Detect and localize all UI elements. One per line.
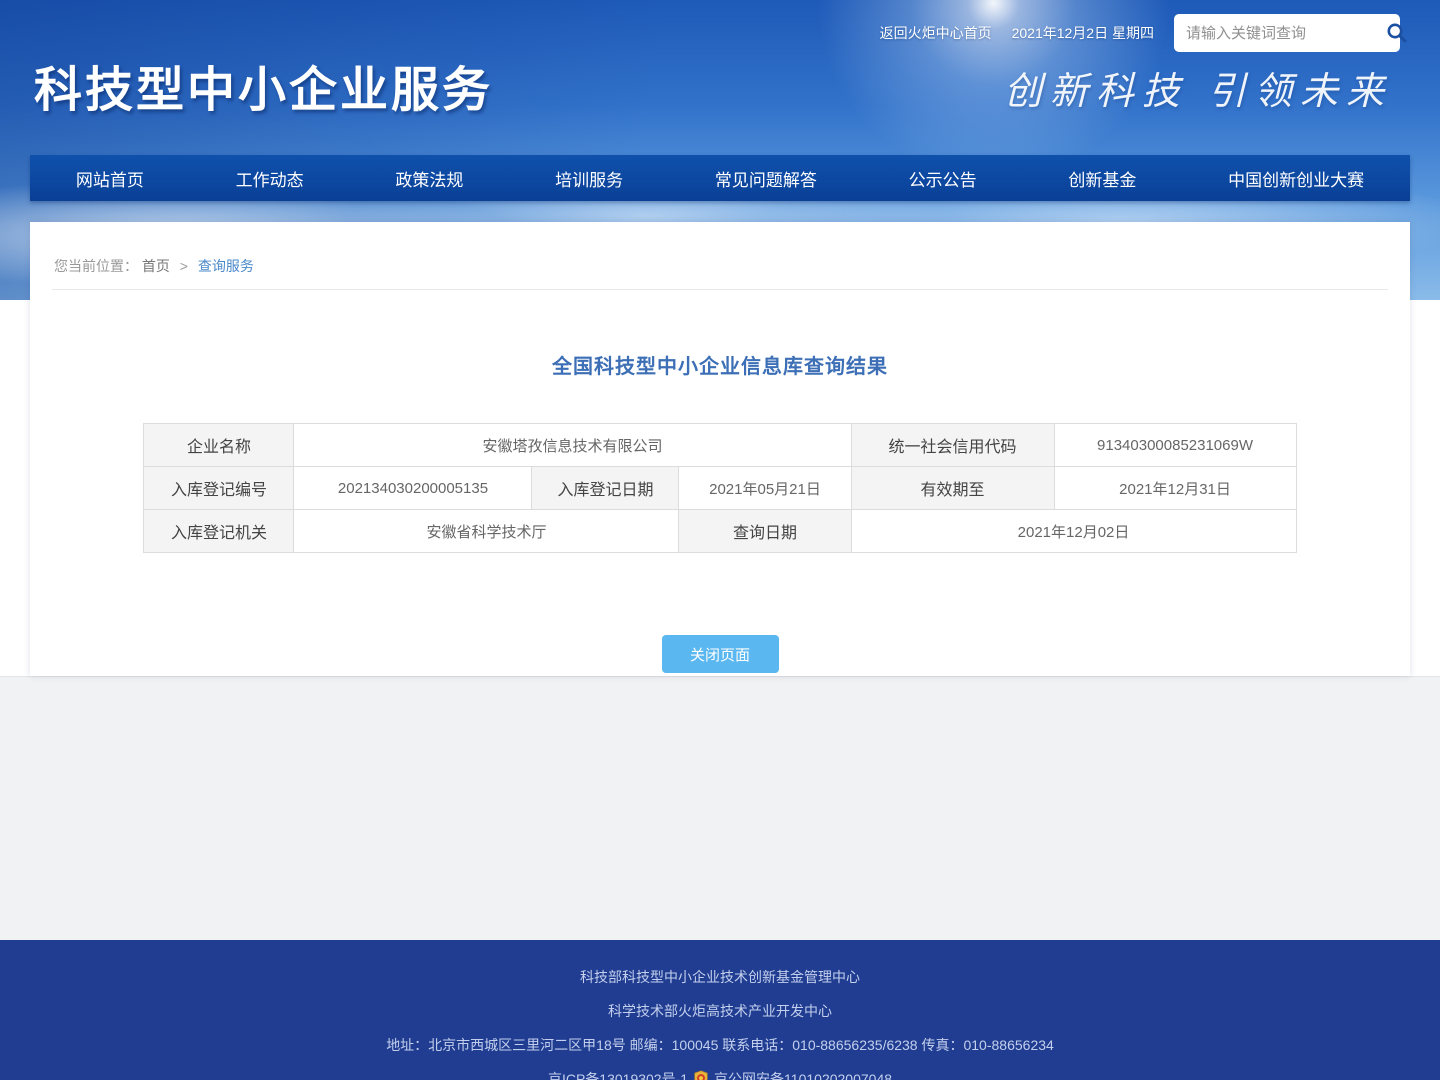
table-label-cell: 企业名称 — [144, 424, 294, 467]
search-icon — [1385, 21, 1409, 45]
top-utility-bar: 返回火炬中心首页 2021年12月2日 星期四 — [880, 14, 1400, 52]
site-slogan: 创新科技 引领未来 — [1004, 60, 1392, 115]
nav-item-5[interactable]: 公示公告 — [899, 166, 987, 191]
content-card: 您当前位置： 首页 > 查询服务 全国科技型中小企业信息库查询结果 企业名称安徽… — [30, 222, 1410, 676]
table-row-0: 企业名称安徽塔孜信息技术有限公司统一社会信用代码9134030008523106… — [144, 424, 1296, 467]
page-footer: 科技部科技型中小企业技术创新基金管理中心 科学技术部火炬高技术产业开发中心 地址… — [0, 940, 1440, 1080]
nav-item-7[interactable]: 中国创新创业大赛 — [1218, 166, 1374, 191]
table-label-cell: 有效期至 — [851, 467, 1054, 510]
table-row-1: 入库登记编号202134030200005135入库登记日期2021年05月21… — [144, 467, 1296, 510]
table-body: 企业名称安徽塔孜信息技术有限公司统一社会信用代码9134030008523106… — [144, 424, 1296, 553]
icp-record-link[interactable]: 京ICP备13019302号-1 — [548, 1069, 688, 1080]
search-button[interactable] — [1385, 19, 1409, 47]
lower-spacer-band — [0, 676, 1440, 940]
table-label-cell: 入库登记编号 — [144, 467, 294, 510]
public-security-record-link[interactable]: 京公网安备11010202007048 — [714, 1069, 892, 1080]
footer-org-line-1: 科技部科技型中小企业技术创新基金管理中心 — [0, 967, 1440, 987]
footer-org-line-2: 科学技术部火炬高技术产业开发中心 — [0, 1001, 1440, 1021]
site-logo: 科技型中小企业服务 — [34, 50, 493, 120]
footer-address-line: 地址：北京市西城区三里河二区甲18号 邮编：100045 联系电话：010-88… — [0, 1035, 1440, 1055]
back-to-torch-home-link[interactable]: 返回火炬中心首页 — [880, 23, 992, 43]
breadcrumb-prefix: 您当前位置： — [54, 258, 138, 274]
footer-registration-line: 京ICP备13019302号-1 京公网安备11010202007048 — [0, 1069, 1440, 1080]
table-label-cell: 入库登记日期 — [532, 467, 679, 510]
breadcrumb-separator: > — [180, 258, 188, 274]
result-table: 企业名称安徽塔孜信息技术有限公司统一社会信用代码9134030008523106… — [143, 423, 1296, 553]
table-value-cell: 安徽省科学技术厅 — [294, 510, 679, 553]
table-value-cell: 202134030200005135 — [294, 467, 532, 510]
nav-item-4[interactable]: 常见问题解答 — [705, 166, 827, 191]
table-label-cell: 查询日期 — [679, 510, 851, 553]
nav-item-1[interactable]: 工作动态 — [226, 166, 314, 191]
table-row-2: 入库登记机关安徽省科学技术厅查询日期2021年12月02日 — [144, 510, 1296, 553]
nav-item-0[interactable]: 网站首页 — [66, 166, 154, 191]
nav-item-6[interactable]: 创新基金 — [1058, 166, 1146, 191]
current-date-text: 2021年12月2日 星期四 — [1012, 23, 1154, 43]
nav-item-3[interactable]: 培训服务 — [545, 166, 633, 191]
nav-item-2[interactable]: 政策法规 — [385, 166, 473, 191]
police-badge-icon — [692, 1070, 710, 1080]
table-value-cell: 2021年05月21日 — [679, 467, 851, 510]
search-input[interactable] — [1186, 25, 1385, 42]
table-value-cell: 安徽塔孜信息技术有限公司 — [294, 424, 851, 467]
search-box[interactable] — [1174, 14, 1400, 52]
table-label-cell: 统一社会信用代码 — [851, 424, 1054, 467]
table-value-cell: 91340300085231069W — [1054, 424, 1296, 467]
main-nav: 网站首页 工作动态 政策法规 培训服务 常见问题解答 公示公告 创新基金 中国创新创业大赛 — [30, 155, 1410, 201]
table-value-cell: 2021年12月31日 — [1054, 467, 1296, 510]
page-title: 全国科技型中小企业信息库查询结果 — [30, 350, 1410, 379]
table-value-cell: 2021年12月02日 — [851, 510, 1296, 553]
breadcrumb: 您当前位置： 首页 > 查询服务 — [52, 222, 1388, 290]
breadcrumb-home-link[interactable]: 首页 — [142, 258, 170, 274]
breadcrumb-current-link[interactable]: 查询服务 — [198, 258, 254, 274]
table-label-cell: 入库登记机关 — [144, 510, 294, 553]
close-page-button[interactable]: 关闭页面 — [662, 635, 779, 673]
